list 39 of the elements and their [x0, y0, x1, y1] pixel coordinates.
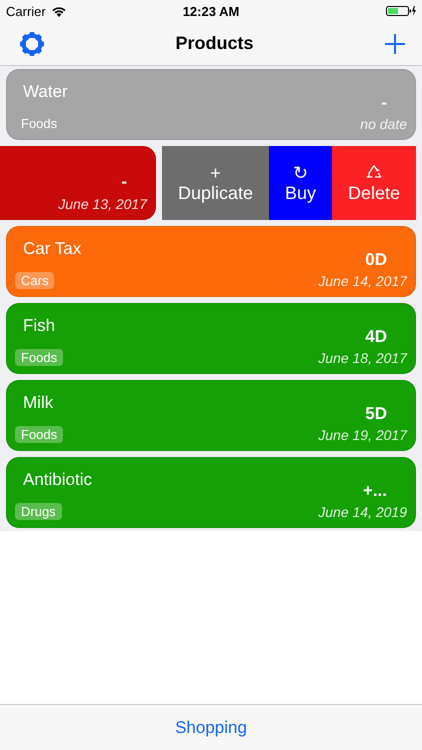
add-icon[interactable]	[384, 32, 406, 54]
product-card[interactable]: Car Tax 0D Cars June 14, 2017	[6, 226, 416, 297]
product-card[interactable]: Fish 4D Foods June 18, 2017	[6, 303, 416, 374]
status-time: 12:23 AM	[182, 4, 240, 18]
product-name: Car Tax	[22, 239, 82, 259]
product-name: Fish	[22, 316, 56, 336]
product-card[interactable]: - June 13, 2017	[0, 146, 156, 220]
days-remaining: 5D	[365, 402, 388, 424]
carrier-name: Carrier	[6, 4, 46, 18]
product-card[interactable]: Milk 5D Foods June 19, 2017	[6, 380, 416, 451]
expiry-date: no date	[360, 116, 407, 132]
days-remaining: 0D	[365, 248, 388, 270]
product-card[interactable]: Water - Foods no date	[6, 69, 416, 140]
settings-icon[interactable]	[19, 30, 45, 56]
battery-charging-icon	[386, 5, 416, 17]
screen-title: Products	[175, 33, 254, 54]
delete-action-button[interactable]: Delete	[332, 146, 416, 220]
duplicate-action-button[interactable]: + Duplicate	[162, 146, 269, 220]
shopping-tab[interactable]: Shopping	[169, 716, 253, 738]
expiry-date: June 18, 2017	[318, 350, 407, 366]
expiry-date: June 14, 2017	[318, 273, 407, 289]
category-label: Foods	[20, 115, 58, 132]
days-remaining: -	[121, 170, 128, 192]
days-remaining: -	[381, 92, 388, 112]
expiry-date: June 13, 2017	[58, 196, 147, 212]
expiry-date: June 19, 2017	[318, 427, 407, 443]
expiry-date: June 14, 2019	[318, 504, 407, 520]
category-tag: Drugs	[15, 503, 62, 520]
wifi-icon	[52, 6, 66, 16]
product-name: Antibiotic	[22, 470, 92, 490]
category-tag: Foods	[15, 426, 64, 443]
category-tag: Foods	[15, 349, 64, 366]
product-card[interactable]: Antibiotic +... Drugs June 14, 2019	[6, 457, 416, 528]
buy-action-button[interactable]: ↻ Buy	[269, 146, 332, 220]
days-remaining: 4D	[365, 326, 388, 346]
product-name: Milk	[22, 393, 54, 413]
days-remaining: +...	[362, 480, 388, 500]
product-name: Water	[22, 82, 68, 102]
category-tag: Cars	[15, 272, 54, 289]
